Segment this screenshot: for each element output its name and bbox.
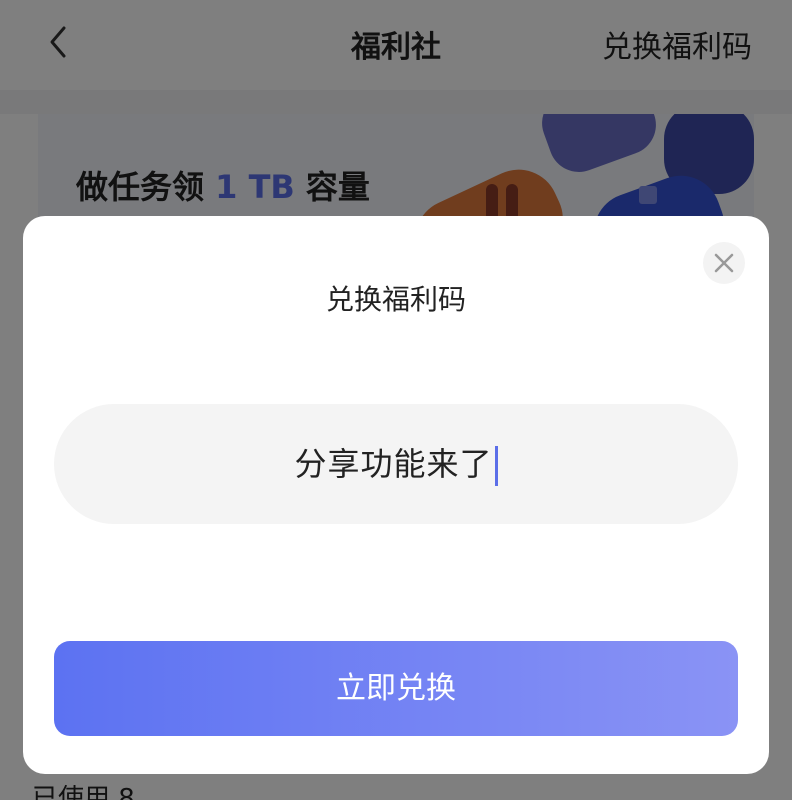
page: 福利社 兑换福利码 做任务领 1 TB 容量 已使用 8 兑换福利码 [0, 0, 792, 800]
redeem-code-input[interactable]: 分享功能来了 [54, 404, 738, 524]
redeem-code-value: 分享功能来了 [294, 445, 493, 483]
dialog-title: 兑换福利码 [325, 283, 466, 316]
close-button[interactable] [703, 242, 745, 284]
redeem-now-button[interactable]: 立即兑换 [54, 641, 738, 736]
input-value-row[interactable]: 分享功能来了 [54, 404, 738, 524]
redeem-dialog: 兑换福利码 分享功能来了 立即兑换 [23, 216, 769, 774]
text-caret [494, 446, 498, 486]
close-icon [714, 253, 734, 273]
